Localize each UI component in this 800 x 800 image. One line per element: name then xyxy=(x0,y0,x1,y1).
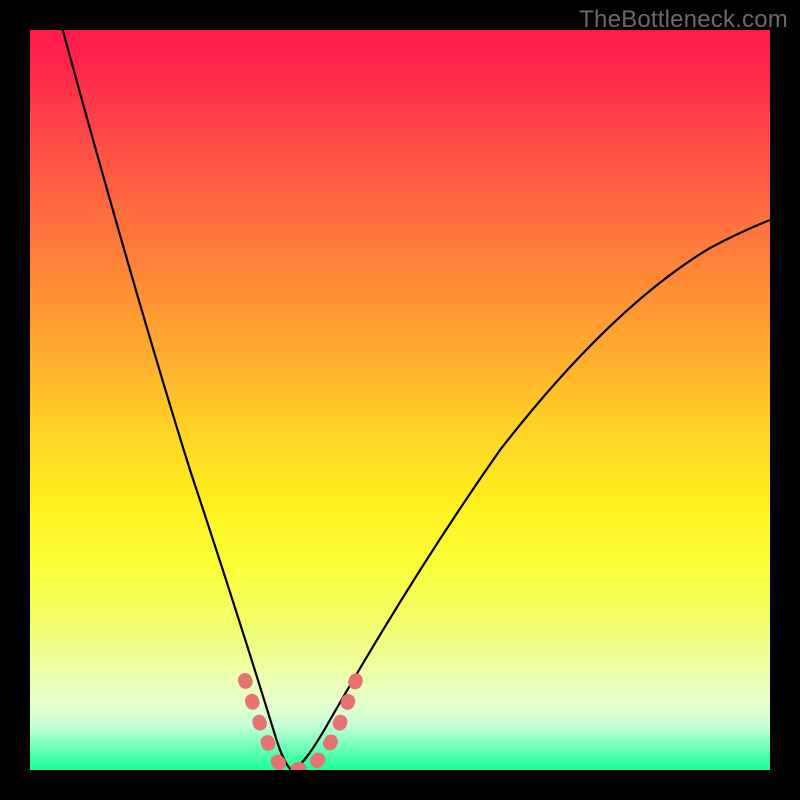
curve-group xyxy=(60,30,770,770)
chart-frame: TheBottleneck.com xyxy=(0,0,800,800)
right-curve xyxy=(292,220,770,770)
plot-area xyxy=(30,30,770,770)
left-curve xyxy=(60,30,292,770)
curves-svg xyxy=(30,30,770,770)
watermark-text: TheBottleneck.com xyxy=(579,6,788,34)
